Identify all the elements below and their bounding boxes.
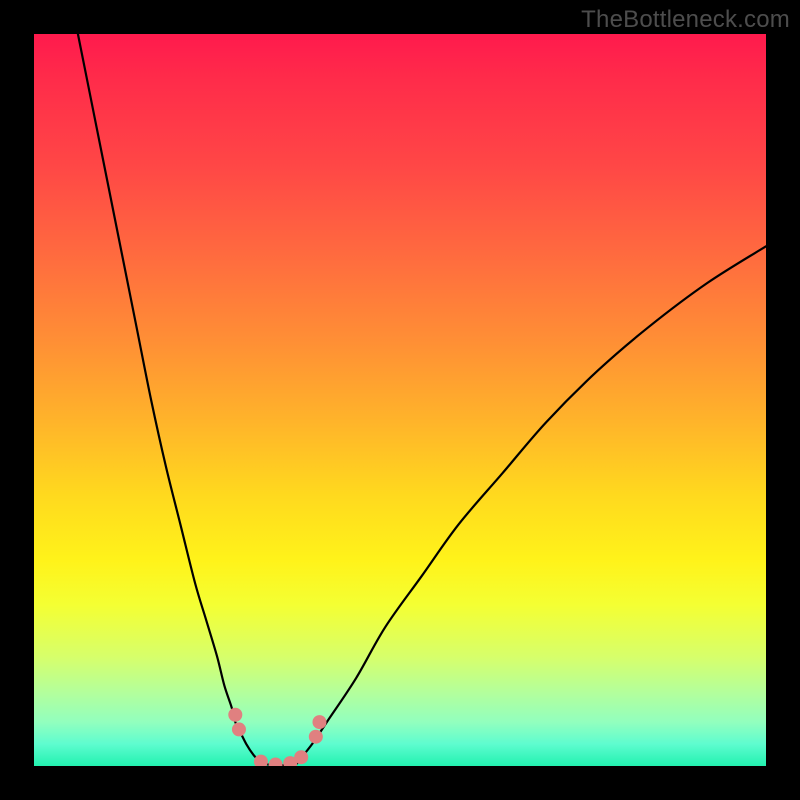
valley-marker (309, 730, 323, 744)
valley-marker (269, 758, 283, 766)
valley-marker (228, 708, 242, 722)
valley-marker (312, 715, 326, 729)
chart-svg (34, 34, 766, 766)
plot-area (34, 34, 766, 766)
bottleneck-curve (78, 34, 766, 765)
valley-marker (232, 722, 246, 736)
outer-frame: TheBottleneck.com (0, 0, 800, 800)
valley-marker (294, 750, 308, 764)
watermark-text: TheBottleneck.com (581, 6, 790, 34)
